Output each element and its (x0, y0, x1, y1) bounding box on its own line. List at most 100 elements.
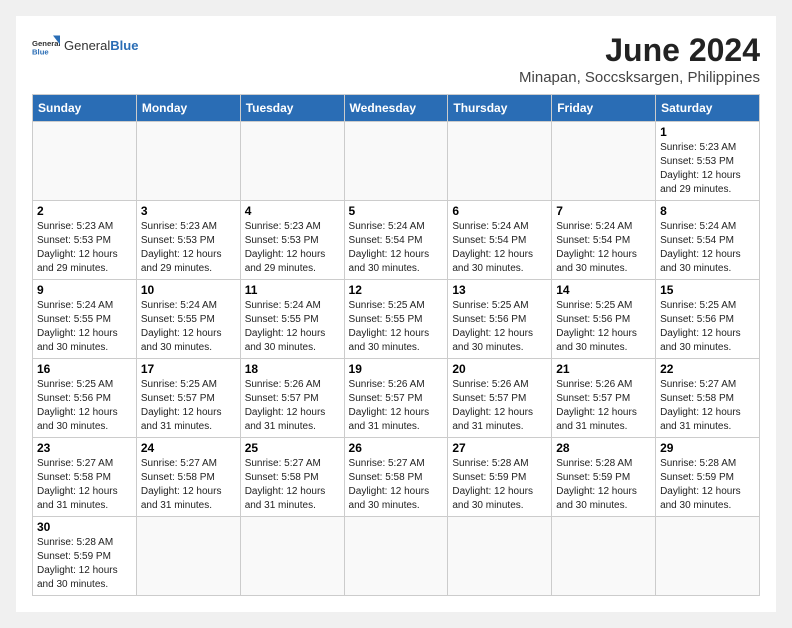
day-info: Sunrise: 5:25 AM Sunset: 5:56 PM Dayligh… (452, 299, 547, 355)
day-number: 7 (556, 204, 651, 218)
day-number: 2 (37, 204, 132, 218)
day-info: Sunrise: 5:24 AM Sunset: 5:55 PM Dayligh… (37, 299, 132, 355)
day-info: Sunrise: 5:27 AM Sunset: 5:58 PM Dayligh… (660, 378, 755, 434)
day-number: 6 (452, 204, 547, 218)
weekday-header-tuesday: Tuesday (240, 95, 344, 122)
calendar-cell: 29 Sunrise: 5:28 AM Sunset: 5:59 PM Dayli… (656, 438, 760, 517)
day-number: 9 (37, 283, 132, 297)
day-info: Sunrise: 5:24 AM Sunset: 5:54 PM Dayligh… (349, 220, 444, 276)
calendar-cell: 4Sunrise: 5:23 AM Sunset: 5:53 PM Daylig… (240, 201, 344, 280)
calendar-cell: 25Sunrise: 5:27 AM Sunset: 5:58 PM Dayli… (240, 438, 344, 517)
calendar-page: General Blue GeneralBlue June 2024 Minap… (16, 16, 776, 612)
calendar-cell: 22 Sunrise: 5:27 AM Sunset: 5:58 PM Dayli… (656, 359, 760, 438)
calendar-week-row: 16Sunrise: 5:25 AM Sunset: 5:56 PM Dayli… (33, 359, 760, 438)
calendar-cell: 14Sunrise: 5:25 AM Sunset: 5:56 PM Dayli… (552, 280, 656, 359)
calendar-table: SundayMondayTuesdayWednesdayThursdayFrid… (32, 94, 760, 596)
weekday-header-sunday: Sunday (33, 95, 137, 122)
calendar-week-row: 1Sunrise: 5:23 AM Sunset: 5:53 PM Daylig… (33, 122, 760, 201)
calendar-cell: 18Sunrise: 5:26 AM Sunset: 5:57 PM Dayli… (240, 359, 344, 438)
calendar-cell (552, 122, 656, 201)
day-number: 8 (660, 204, 755, 218)
calendar-cell: 9 Sunrise: 5:24 AM Sunset: 5:55 PM Daylig… (33, 280, 137, 359)
location-title: Minapan, Soccsksargen, Philippines (519, 69, 760, 86)
weekday-header-saturday: Saturday (656, 95, 760, 122)
calendar-cell (344, 122, 448, 201)
weekday-header-monday: Monday (136, 95, 240, 122)
logo-general: General (64, 38, 110, 53)
day-number: 17 (141, 362, 236, 376)
day-number: 15 (660, 283, 755, 297)
day-number: 23 (37, 441, 132, 455)
calendar-cell: 7 Sunrise: 5:24 AM Sunset: 5:54 PM Daylig… (552, 201, 656, 280)
calendar-cell: 10 Sunrise: 5:24 AM Sunset: 5:55 PM Dayli… (136, 280, 240, 359)
day-number: 16 (37, 362, 132, 376)
day-number: 12 (349, 283, 444, 297)
day-info: Sunrise: 5:24 AM Sunset: 5:54 PM Dayligh… (452, 220, 547, 276)
calendar-cell: 26Sunrise: 5:27 AM Sunset: 5:58 PM Dayli… (344, 438, 448, 517)
calendar-cell: 2Sunrise: 5:23 AM Sunset: 5:53 PM Daylig… (33, 201, 137, 280)
weekday-header-row: SundayMondayTuesdayWednesdayThursdayFrid… (33, 95, 760, 122)
calendar-cell: 27Sunrise: 5:28 AM Sunset: 5:59 PM Dayli… (448, 438, 552, 517)
calendar-cell: 6 Sunrise: 5:24 AM Sunset: 5:54 PM Daylig… (448, 201, 552, 280)
month-title: June 2024 (519, 32, 760, 69)
day-number: 29 (660, 441, 755, 455)
calendar-cell: 23Sunrise: 5:27 AM Sunset: 5:58 PM Dayli… (33, 438, 137, 517)
day-number: 10 (141, 283, 236, 297)
svg-text:Blue: Blue (32, 47, 49, 56)
day-number: 19 (349, 362, 444, 376)
calendar-cell: 24Sunrise: 5:27 AM Sunset: 5:58 PM Dayli… (136, 438, 240, 517)
calendar-week-row: 23 Sunrise: 5:27 AM Sunset: 5:58 PM Dayli… (33, 438, 760, 517)
day-number: 3 (141, 204, 236, 218)
calendar-cell: 28Sunrise: 5:28 AM Sunset: 5:59 PM Dayli… (552, 438, 656, 517)
calendar-cell: 13 Sunrise: 5:25 AM Sunset: 5:56 PM Dayli… (448, 280, 552, 359)
day-info: Sunrise: 5:24 AM Sunset: 5:55 PM Dayligh… (141, 299, 236, 355)
day-info: Sunrise: 5:28 AM Sunset: 5:59 PM Dayligh… (660, 457, 755, 513)
day-number: 11 (245, 283, 340, 297)
day-number: 22 (660, 362, 755, 376)
calendar-week-row: 2 Sunrise: 5:23 AM Sunset: 5:53 PM Daylig… (33, 201, 760, 280)
calendar-cell (448, 517, 552, 596)
calendar-cell: 19 Sunrise: 5:26 AM Sunset: 5:57 PM Dayli… (344, 359, 448, 438)
day-info: Sunrise: 5:24 AM Sunset: 5:54 PM Dayligh… (660, 220, 755, 276)
calendar-week-row: 9 Sunrise: 5:24 AM Sunset: 5:55 PM Daylig… (33, 280, 760, 359)
calendar-cell: 11 Sunrise: 5:24 AM Sunset: 5:55 PM Dayli… (240, 280, 344, 359)
calendar-cell: 30 Sunrise: 5:28 AM Sunset: 5:59 PM Dayli… (33, 517, 137, 596)
calendar-cell: 5 Sunrise: 5:24 AM Sunset: 5:54 PM Daylig… (344, 201, 448, 280)
day-info: Sunrise: 5:28 AM Sunset: 5:59 PM Dayligh… (37, 536, 132, 592)
day-info: Sunrise: 5:28 AM Sunset: 5:59 PM Dayligh… (452, 457, 547, 513)
calendar-cell: 21 Sunrise: 5:26 AM Sunset: 5:57 PM Dayli… (552, 359, 656, 438)
calendar-cell (344, 517, 448, 596)
day-info: Sunrise: 5:27 AM Sunset: 5:58 PM Dayligh… (245, 457, 340, 513)
day-info: Sunrise: 5:23 AM Sunset: 5:53 PM Dayligh… (245, 220, 340, 276)
weekday-header-thursday: Thursday (448, 95, 552, 122)
calendar-cell (240, 517, 344, 596)
calendar-cell: 15Sunrise: 5:25 AM Sunset: 5:56 PM Dayli… (656, 280, 760, 359)
day-info: Sunrise: 5:27 AM Sunset: 5:58 PM Dayligh… (141, 457, 236, 513)
day-number: 26 (349, 441, 444, 455)
day-number: 5 (349, 204, 444, 218)
calendar-cell (136, 517, 240, 596)
calendar-cell (552, 517, 656, 596)
day-number: 21 (556, 362, 651, 376)
calendar-week-row: 30 Sunrise: 5:28 AM Sunset: 5:59 PM Dayli… (33, 517, 760, 596)
calendar-cell: 8 Sunrise: 5:24 AM Sunset: 5:54 PM Daylig… (656, 201, 760, 280)
day-info: Sunrise: 5:25 AM Sunset: 5:55 PM Dayligh… (349, 299, 444, 355)
day-number: 14 (556, 283, 651, 297)
calendar-cell: 3Sunrise: 5:23 AM Sunset: 5:53 PM Daylig… (136, 201, 240, 280)
day-number: 20 (452, 362, 547, 376)
day-info: Sunrise: 5:26 AM Sunset: 5:57 PM Dayligh… (556, 378, 651, 434)
day-number: 30 (37, 520, 132, 534)
day-info: Sunrise: 5:24 AM Sunset: 5:55 PM Dayligh… (245, 299, 340, 355)
day-info: Sunrise: 5:23 AM Sunset: 5:53 PM Dayligh… (660, 141, 755, 197)
calendar-cell (33, 122, 137, 201)
day-number: 18 (245, 362, 340, 376)
svg-text:General: General (32, 39, 60, 48)
weekday-header-friday: Friday (552, 95, 656, 122)
day-info: Sunrise: 5:26 AM Sunset: 5:57 PM Dayligh… (349, 378, 444, 434)
day-info: Sunrise: 5:24 AM Sunset: 5:54 PM Dayligh… (556, 220, 651, 276)
calendar-cell (448, 122, 552, 201)
calendar-cell: 20Sunrise: 5:26 AM Sunset: 5:57 PM Dayli… (448, 359, 552, 438)
day-info: Sunrise: 5:25 AM Sunset: 5:57 PM Dayligh… (141, 378, 236, 434)
calendar-cell (656, 517, 760, 596)
day-number: 13 (452, 283, 547, 297)
